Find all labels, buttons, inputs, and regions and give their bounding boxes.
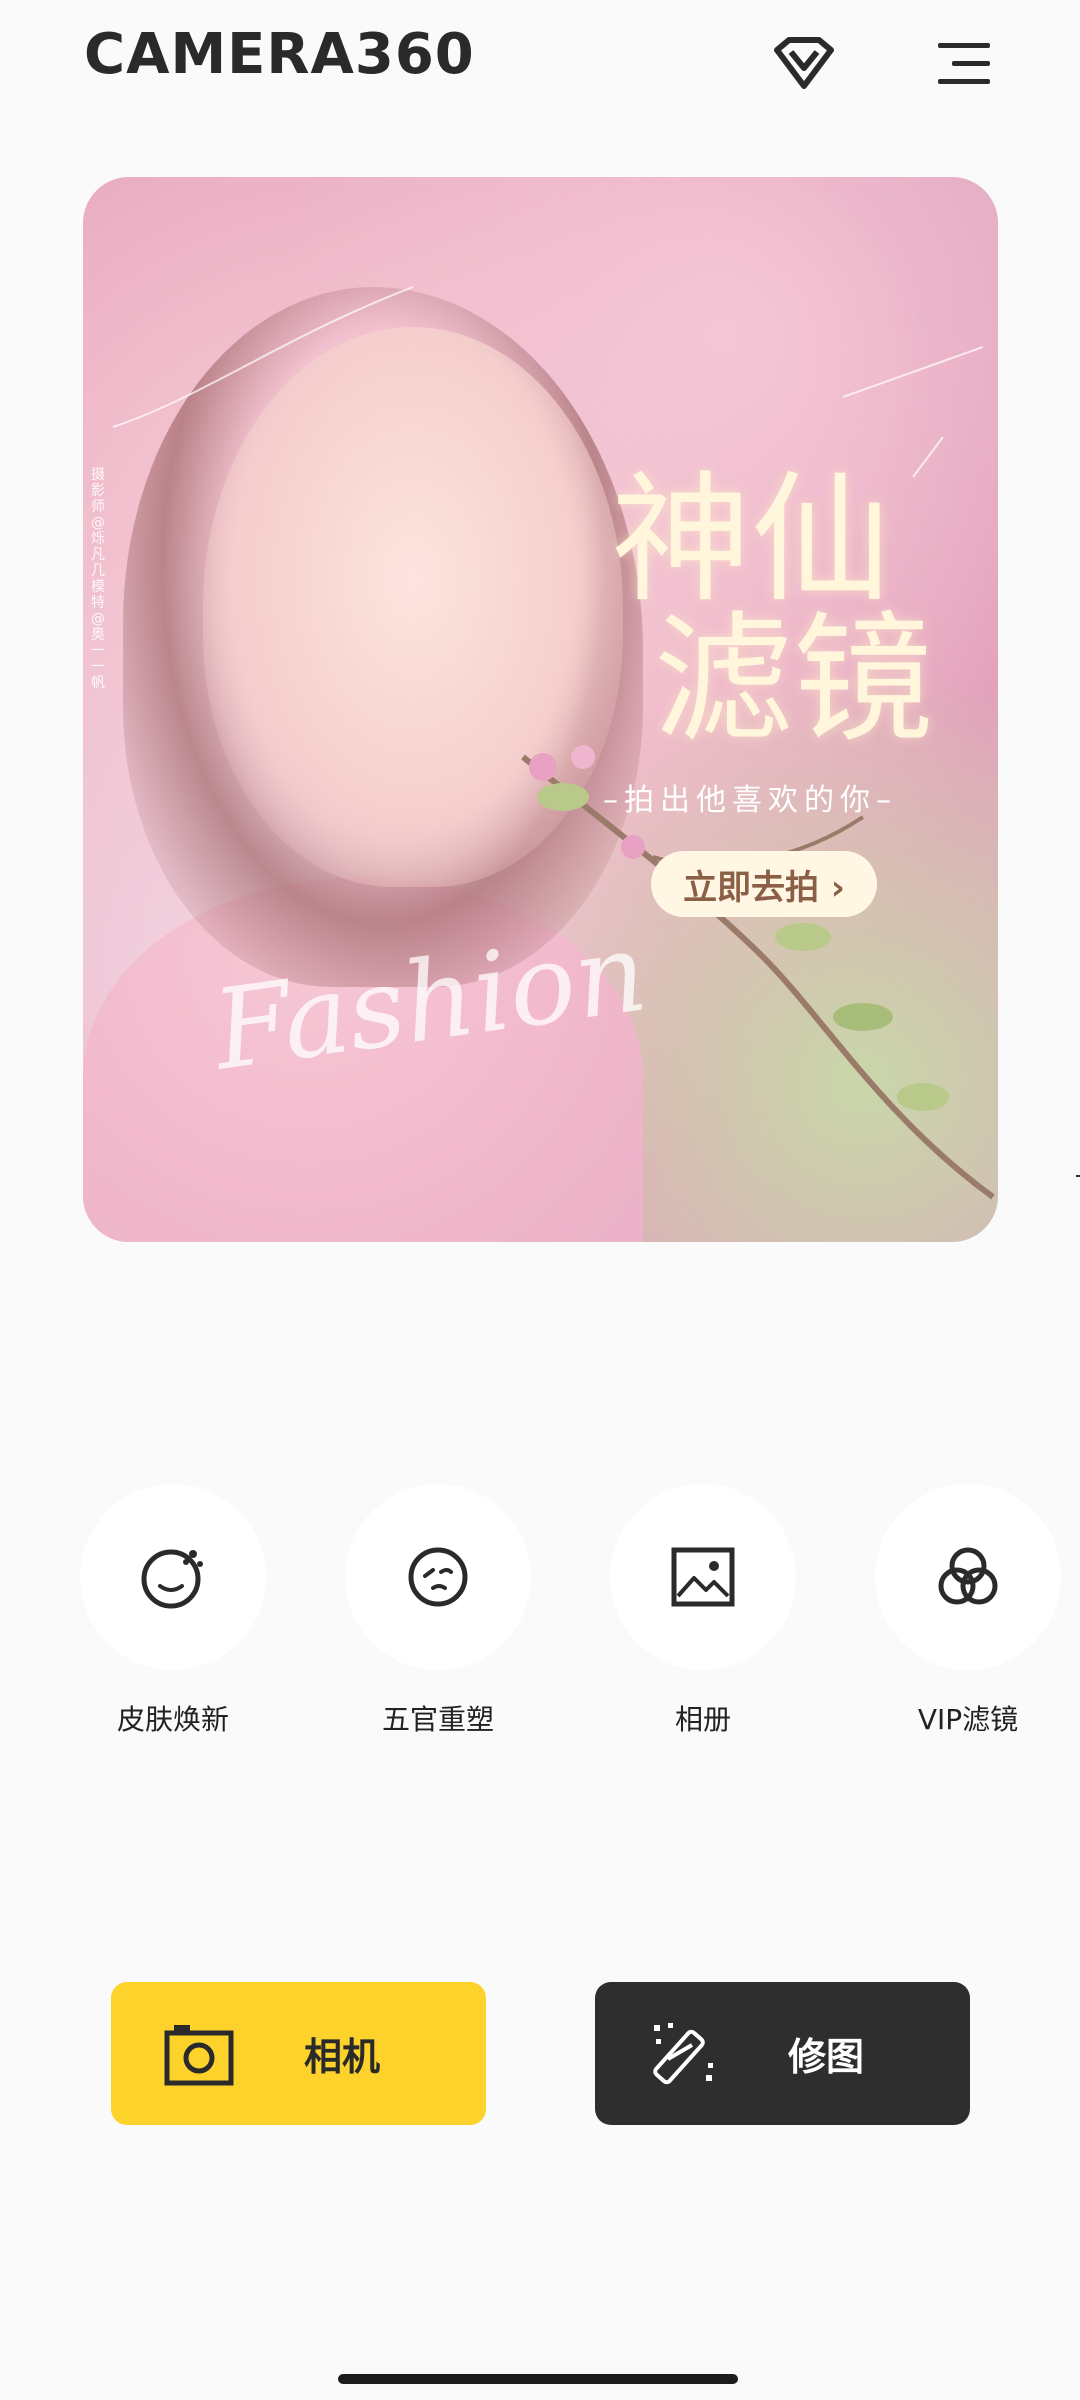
home-indicator[interactable] [338,2374,738,2384]
shortcut-label: 五官重塑 [381,1703,494,1736]
diamond-icon [774,37,834,89]
menu-button[interactable] [928,28,1000,100]
edit-button-label: 修图 [788,2035,865,2079]
shortcut-circle [875,1484,1061,1670]
camera-button-label: 相机 [304,2035,381,2079]
promo-banner[interactable]: 神仙 滤镜 –拍出他喜欢的你– 立即去拍 › Fashion 摄影师@烁凡几 模… [83,177,998,1242]
magic-wand-icon [653,2022,713,2084]
filter-circles-icon [938,1547,998,1605]
shortcut-label: 皮肤焕新 [116,1703,229,1736]
face-smile-sparkle-icon [141,1549,203,1609]
image-gallery-icon [671,1547,735,1607]
edit-button[interactable]: 修图 [595,1982,970,2125]
camera-button[interactable]: 相机 [111,1982,486,2125]
shortcut-circle [80,1484,266,1670]
shortcut-circle [345,1484,531,1670]
shortcut-row: 皮肤焕新 五官重塑 相册 VIP滤镜 [0,1484,1080,1744]
shortcut-face-reshape[interactable]: 五官重塑 [345,1484,531,1744]
shortcut-album[interactable]: 相册 [610,1484,796,1744]
app-logo: CAMERA360 [84,22,475,87]
shortcut-circle [610,1484,796,1670]
face-reshape-icon [408,1547,468,1607]
vip-button[interactable] [768,28,840,100]
shortcut-vip-filter[interactable]: VIP滤镜 [875,1484,1061,1744]
shortcut-label: VIP滤镜 [917,1703,1019,1736]
edge-mark [1076,1175,1080,1177]
menu-icon [938,43,990,84]
camera-icon [164,2024,234,2085]
shortcut-skin-refresh[interactable]: 皮肤焕新 [80,1484,266,1744]
decorative-lines [112,286,984,478]
top-bar: CAMERA360 [0,0,1080,130]
shortcut-label: 相册 [674,1703,731,1736]
